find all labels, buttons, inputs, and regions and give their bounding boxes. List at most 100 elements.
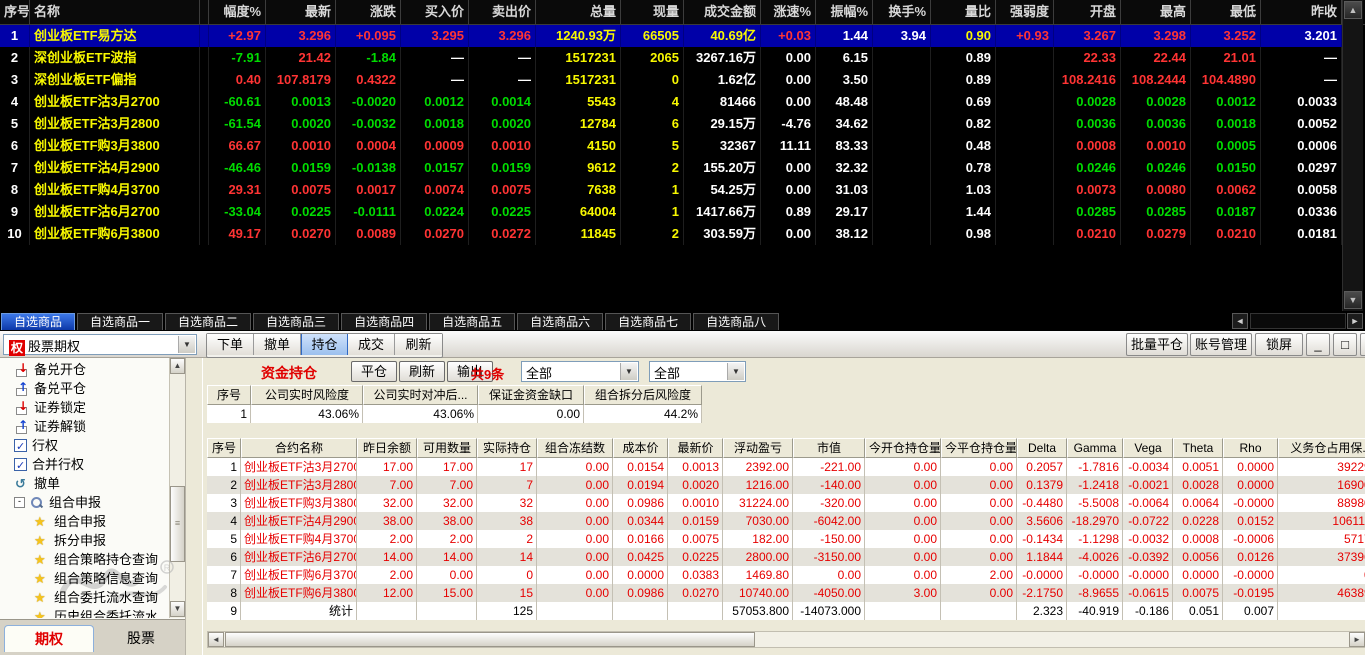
- quote-row[interactable]: 5 创业板ETF沽3月2800 -61.54 0.0020 -0.0032 0.0018 0…: [0, 113, 1365, 135]
- column-header[interactable]: 昨日余额: [357, 438, 417, 458]
- toolbar-button-成交[interactable]: 成交: [348, 334, 395, 355]
- column-header[interactable]: 序号: [207, 438, 241, 458]
- quote-row[interactable]: 6 创业板ETF购3月3800 66.67 0.0010 0.0004 0.0009 0.0…: [0, 135, 1365, 157]
- column-header[interactable]: 合约名称: [241, 438, 357, 458]
- tree-item-历史组合委托流水[interactable]: 历史组合委托流水: [0, 607, 185, 618]
- watchlist-tab[interactable]: 自选商品八: [693, 313, 780, 330]
- toolbar-button-下单[interactable]: 下单: [207, 334, 254, 355]
- tabs-scroll-left-icon[interactable]: ◄: [1232, 313, 1248, 329]
- quote-row[interactable]: 8 创业板ETF购4月3700 29.31 0.0075 0.0017 0.0074 0.0…: [0, 179, 1365, 201]
- sidebar-tab-期权[interactable]: 期权: [4, 625, 94, 652]
- chevron-down-icon[interactable]: ▼: [620, 363, 637, 380]
- tree-item-组合申报[interactable]: 组合申报: [0, 512, 185, 532]
- action-button-刷新[interactable]: 刷新: [399, 361, 445, 382]
- horizontal-scrollbar[interactable]: ◄ ►: [207, 631, 1365, 648]
- tree-item-组合策略信息查询[interactable]: 组合策略信息查询: [0, 569, 185, 589]
- toolbar-button-持仓[interactable]: 持仓: [301, 334, 348, 355]
- quote-column-header[interactable]: 涨跌: [336, 0, 401, 24]
- quote-vertical-scrollbar[interactable]: ▲ ▼: [1342, 0, 1363, 311]
- quote-row[interactable]: 1 创业板ETF易方达 +2.97 3.296 +0.095 3.295 3.296 1240…: [0, 25, 1365, 47]
- table-row[interactable]: 1 创业板ETF沽3月2700 17.00 17.00 17 0.00 0.0154 0.00…: [207, 458, 1365, 476]
- watchlist-tab[interactable]: 自选商品二: [165, 313, 252, 330]
- quote-column-header[interactable]: 最高: [1121, 0, 1191, 24]
- tree-item-合并行权[interactable]: 合并行权: [0, 455, 185, 475]
- tree-item-组合申报[interactable]: - 组合申报: [0, 493, 185, 512]
- toolbar-button-锁屏[interactable]: 锁屏: [1255, 333, 1303, 356]
- tree-item-备兑开仓[interactable]: 备兑开仓: [0, 360, 185, 379]
- product-select[interactable]: 权 股票期权 ▼: [3, 334, 197, 356]
- column-header[interactable]: 实际持仓: [477, 438, 537, 458]
- column-header[interactable]: 公司实时风险度: [251, 385, 363, 405]
- watchlist-tab[interactable]: 自选商品三: [253, 313, 340, 330]
- column-header[interactable]: Vega: [1123, 438, 1173, 458]
- tree-item-组合策略持仓查询[interactable]: 组合策略持仓查询: [0, 550, 185, 570]
- table-row[interactable]: 4 创业板ETF沽4月2900 38.00 38.00 38 0.00 0.0344 0.01…: [207, 512, 1365, 530]
- quote-column-header[interactable]: 卖出价: [469, 0, 536, 24]
- scrollbar-thumb[interactable]: [225, 632, 755, 647]
- toolbar-button-撤单[interactable]: 撤单: [254, 334, 301, 355]
- quote-column-header[interactable]: 序号: [0, 0, 30, 24]
- tree-item-拆分申报[interactable]: 拆分申报: [0, 531, 185, 551]
- quote-row[interactable]: 9 创业板ETF沽6月2700 -33.04 0.0225 -0.0111 0.0224 0…: [0, 201, 1365, 223]
- column-header[interactable]: 义务仓占用保.: [1278, 438, 1365, 458]
- quote-column-header[interactable]: 振幅%: [816, 0, 873, 24]
- tree-item-撤单[interactable]: 撤单: [0, 474, 185, 494]
- quote-column-header[interactable]: 换手%: [873, 0, 931, 24]
- tree-item-行权[interactable]: 行权: [0, 436, 185, 456]
- column-header[interactable]: 序号: [207, 385, 251, 405]
- quote-column-header[interactable]: 昨收: [1261, 0, 1342, 24]
- table-row[interactable]: 9 统计 125 57053.800 -14073.000 2.323 -40.919 -0.…: [207, 602, 1365, 620]
- column-header[interactable]: 今平仓持仓量: [941, 438, 1017, 458]
- quote-column-header[interactable]: 现量: [621, 0, 684, 24]
- quote-column-header[interactable]: 涨速%: [761, 0, 816, 24]
- watchlist-tab[interactable]: 自选商品一: [77, 313, 164, 330]
- close-button[interactable]: ×: [1360, 333, 1365, 356]
- column-header[interactable]: 浮动盈亏: [723, 438, 793, 458]
- chevron-down-icon[interactable]: ▼: [727, 363, 744, 380]
- quote-row[interactable]: 2 深创业板ETF波指 -7.91 21.42 -1.84— —1517231 2065 32…: [0, 47, 1365, 69]
- quote-column-header[interactable]: 开盘: [1054, 0, 1121, 24]
- scroll-up-icon[interactable]: ▲: [1344, 1, 1362, 19]
- table-row[interactable]: 7 创业板ETF购6月3700 2.00 0.00 0 0.00 0.0000 0.0383 1…: [207, 566, 1365, 584]
- table-row[interactable]: 1 43.06% 43.06% 0.00 44.2%: [207, 405, 702, 423]
- table-row[interactable]: 6 创业板ETF沽6月2700 14.00 14.00 14 0.00 0.0425 0.02…: [207, 548, 1365, 566]
- table-row[interactable]: 2 创业板ETF沽3月2800 7.00 7.00 7 0.00 0.0194 0.0020 1…: [207, 476, 1365, 494]
- quote-column-header[interactable]: [200, 0, 209, 24]
- quote-column-header[interactable]: 最低: [1191, 0, 1261, 24]
- column-header[interactable]: Rho: [1223, 438, 1278, 458]
- column-header[interactable]: 组合拆分后风险度: [584, 385, 702, 405]
- tabs-scroll-track[interactable]: [1250, 313, 1346, 329]
- quote-column-header[interactable]: 成交金额: [684, 0, 761, 24]
- tree-item-证券锁定[interactable]: 证券锁定: [0, 397, 185, 417]
- column-header[interactable]: 公司实时对冲后...: [363, 385, 478, 405]
- table-row[interactable]: 3 创业板ETF购3月3800 32.00 32.00 32 0.00 0.0986 0.00…: [207, 494, 1365, 512]
- watchlist-tab[interactable]: 自选商品七: [605, 313, 692, 330]
- toolbar-button-批量平仓[interactable]: 批量平仓: [1126, 333, 1188, 356]
- quote-column-header[interactable]: 幅度%: [209, 0, 266, 24]
- table-row[interactable]: 8 创业板ETF购6月3800 12.00 15.00 15 0.00 0.0986 0.02…: [207, 584, 1365, 602]
- maximize-button[interactable]: □: [1333, 333, 1357, 356]
- tree-item-备兑平仓[interactable]: 备兑平仓: [0, 378, 185, 398]
- column-header[interactable]: Theta: [1173, 438, 1223, 458]
- scroll-down-icon[interactable]: ▼: [1344, 291, 1362, 309]
- column-header[interactable]: Delta: [1017, 438, 1067, 458]
- toolbar-button-账号管理[interactable]: 账号管理: [1190, 333, 1252, 356]
- filter-select-2[interactable]: 全部 ▼: [649, 361, 746, 382]
- sidebar-tab-股票[interactable]: 股票: [96, 625, 185, 652]
- column-header[interactable]: 成本价: [613, 438, 668, 458]
- toolbar-button-刷新[interactable]: 刷新: [395, 334, 442, 355]
- quote-row[interactable]: 4 创业板ETF沽3月2700 -60.61 0.0013 -0.0020 0.0012 0…: [0, 91, 1365, 113]
- watchlist-tab[interactable]: 自选商品五: [429, 313, 516, 330]
- filter-select-1[interactable]: 全部 ▼: [521, 361, 639, 382]
- column-header[interactable]: 最新价: [668, 438, 723, 458]
- quote-column-header[interactable]: 最新: [266, 0, 336, 24]
- action-button-平仓[interactable]: 平仓: [351, 361, 397, 382]
- quote-row[interactable]: 7 创业板ETF沽4月2900 -46.46 0.0159 -0.0138 0.0157 0…: [0, 157, 1365, 179]
- quote-column-header[interactable]: 总量: [536, 0, 621, 24]
- minimize-button[interactable]: _: [1306, 333, 1330, 356]
- watchlist-tab[interactable]: 自选商品四: [341, 313, 428, 330]
- quote-column-header[interactable]: 量比: [931, 0, 996, 24]
- quote-column-header[interactable]: 名称: [30, 0, 200, 24]
- column-header[interactable]: 组合冻结数: [537, 438, 613, 458]
- table-row[interactable]: 5 创业板ETF购4月3700 2.00 2.00 2 0.00 0.0166 0.0075 1…: [207, 530, 1365, 548]
